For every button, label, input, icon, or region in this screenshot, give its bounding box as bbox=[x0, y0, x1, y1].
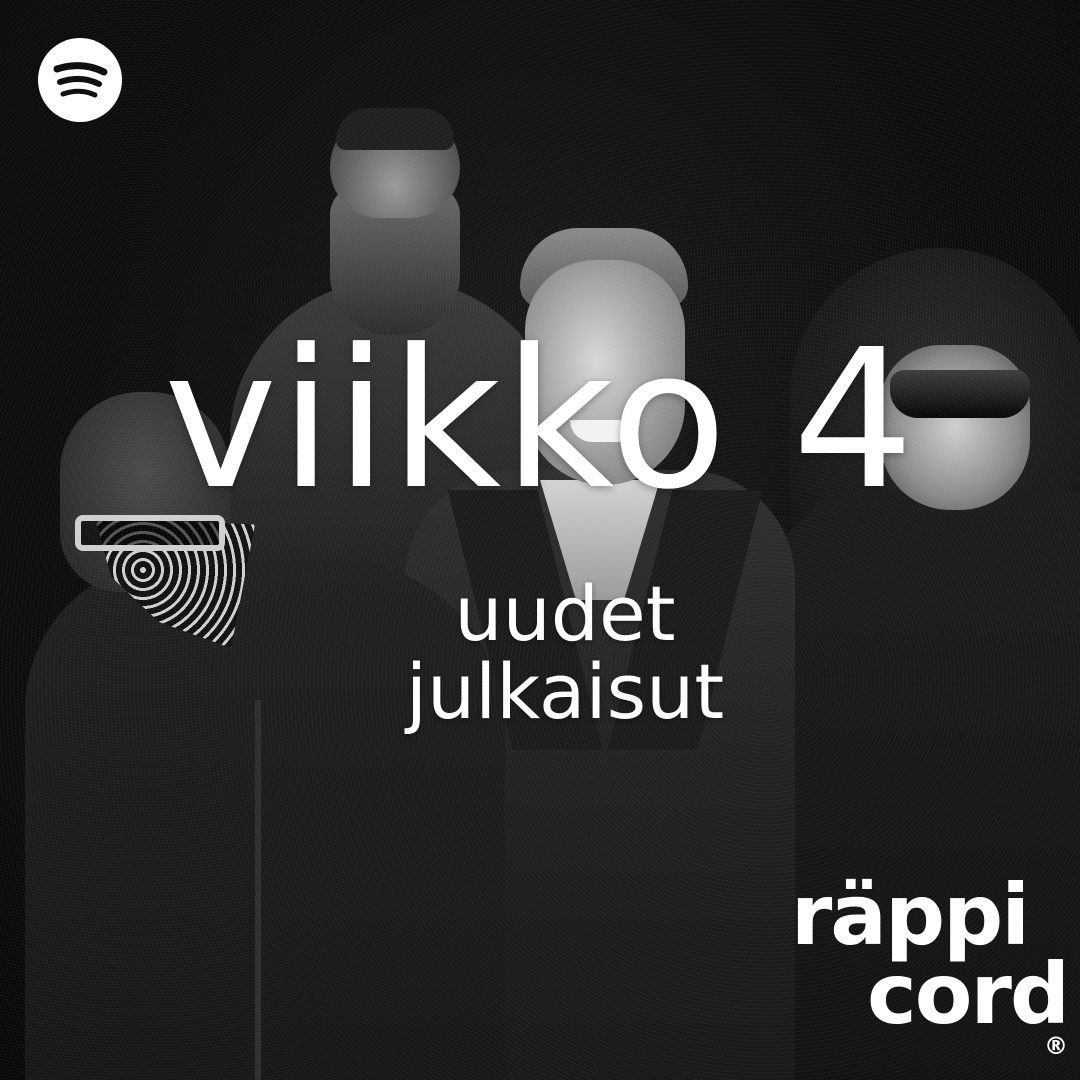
brand-logo: räppi cord ® bbox=[748, 865, 1070, 1058]
cover-title: viikko 4 bbox=[163, 309, 917, 532]
brand-line-1: räppi bbox=[790, 865, 1030, 964]
cover-subtitle: uudet julkaisut bbox=[335, 575, 795, 730]
subtitle-line-2: julkaisut bbox=[405, 646, 725, 736]
brand-line-2: cord ® bbox=[748, 952, 1070, 1058]
playlist-cover: viikko 4 uudet julkaisut räppi cord ® bbox=[0, 0, 1080, 1080]
spotify-icon bbox=[38, 38, 122, 122]
brand-line-2-text: cord bbox=[866, 945, 1070, 1044]
subtitle-line-1: uudet bbox=[454, 569, 676, 658]
